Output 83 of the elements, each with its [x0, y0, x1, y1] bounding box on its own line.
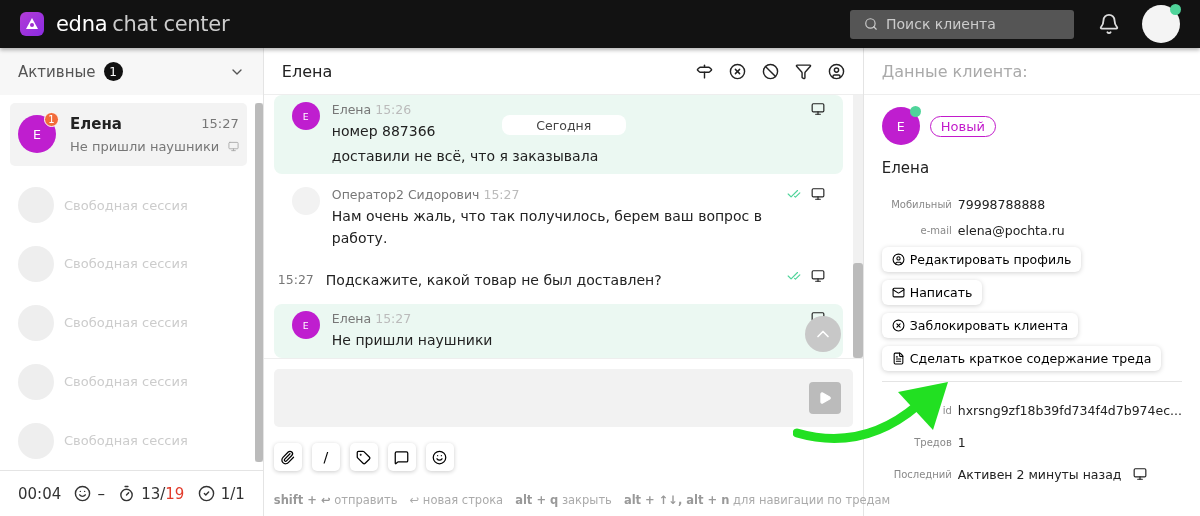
template-button[interactable]: [387, 443, 416, 471]
tag-icon: [356, 449, 372, 465]
message-text: номер 887366: [331, 122, 436, 141]
chat-preview: Не пришли наушники: [70, 138, 220, 154]
tag-button[interactable]: [349, 443, 378, 471]
action-button[interactable]: Редактировать профиль: [881, 247, 1082, 272]
field-value: hxrsng9zf18b39fd734f4d7b974ec...: [957, 402, 1182, 418]
logo-icon: [20, 12, 44, 36]
rating-text: –: [97, 484, 105, 503]
shortcut-hint: shift + ↩ отправить: [273, 493, 398, 507]
chat-item[interactable]: E 1 Елена 15:27 Не пришли наушники: [10, 103, 247, 166]
chat-time: 15:27: [201, 116, 239, 132]
message-time: 15:27: [277, 271, 314, 289]
user-icon[interactable]: [827, 62, 845, 80]
client-avatar: E: [291, 102, 320, 130]
field-value: elena@pochta.ru: [957, 222, 1065, 238]
client-name: Елена: [881, 159, 931, 177]
date-divider: Сегодня: [501, 115, 626, 135]
closed-text: 1/1: [220, 484, 245, 503]
action-button[interactable]: Написать: [881, 280, 983, 305]
search-field[interactable]: Поиск клиента: [850, 9, 1074, 39]
paperclip-icon: [280, 449, 296, 465]
message-text: Подскажите, какой товар не был доставлен?: [325, 271, 662, 290]
field-value: 1: [957, 434, 966, 450]
chat-name: Елена: [70, 114, 122, 133]
chat-title: Елена: [281, 61, 334, 81]
monitor-icon: [227, 140, 239, 152]
close-icon[interactable]: [728, 62, 746, 80]
action-button[interactable]: Сделать краткое содержание треда: [881, 346, 1162, 371]
client-avatar: E: [291, 311, 320, 339]
search-icon: [864, 17, 878, 31]
signpost-icon[interactable]: [695, 62, 713, 80]
monitor-icon: [810, 269, 825, 283]
count-badge: 1: [103, 62, 123, 81]
send-icon: [817, 391, 832, 405]
field-label: Мобильный: [890, 198, 952, 210]
shortcut-hint: alt + ↑↓, alt + n для навигации по тредам: [623, 493, 891, 507]
smiley-icon: [74, 485, 92, 502]
field-label: Последний: [892, 468, 952, 480]
message-author: Елена 15:27: [331, 311, 413, 326]
document-icon: [891, 352, 905, 365]
message-text: Нам очень жаль, что так получилось, берем ваш вопрос в работу.: [331, 207, 763, 248]
duration-text: 00:04: [18, 484, 62, 503]
shortcut-hint: alt + q закрыть: [515, 493, 612, 507]
timer-icon: [118, 485, 136, 502]
notification-button[interactable]: [1098, 13, 1120, 35]
message-author: Оператор2 Сидорович 15:27: [331, 187, 521, 202]
client-avatar: E 1: [18, 115, 56, 154]
field-value: 79998788888: [957, 196, 1046, 212]
panel-title: Данные клиента:: [863, 48, 1200, 95]
speech-bubble-icon: [394, 449, 410, 465]
logo-brand: edna: [56, 12, 108, 36]
filter-icon[interactable]: [794, 62, 812, 80]
user-icon: [891, 253, 905, 266]
scrollbar[interactable]: [852, 95, 863, 358]
attach-button[interactable]: [273, 443, 302, 471]
scrollbar[interactable]: [254, 103, 263, 462]
monitor-icon: [1133, 467, 1148, 481]
message-author: Елена 15:26: [331, 102, 413, 117]
monitor-icon: [810, 187, 825, 201]
check-circle-icon: [197, 485, 215, 502]
sla-text: 13/19: [141, 484, 185, 503]
block-icon[interactable]: [761, 62, 779, 80]
action-button[interactable]: Заблокировать клиента: [881, 313, 1079, 338]
field-value: Активен 2 минуты назад: [957, 466, 1148, 482]
monitor-icon: [810, 102, 825, 116]
envelope-icon: [891, 286, 905, 299]
field-label: e-mail: [919, 224, 952, 236]
filter-label: Активные: [18, 62, 96, 81]
field-label: id: [941, 404, 952, 416]
message-text: Не пришли наушники: [331, 331, 493, 350]
command-button[interactable]: /: [311, 443, 340, 471]
message-input[interactable]: [273, 369, 853, 427]
logo-product: chat center: [112, 12, 230, 36]
user-avatar[interactable]: [1142, 5, 1180, 43]
cross-circle-icon: [891, 319, 905, 332]
message-text: доставили не всё, что я заказывала: [331, 147, 599, 166]
client-avatar: E: [881, 107, 920, 145]
field-label: Тредов: [913, 436, 952, 448]
unread-badge: 1: [44, 112, 59, 128]
emoji-button[interactable]: [425, 443, 454, 471]
shortcut-hint: ↩ новая строка: [409, 493, 504, 507]
smiley-icon: [432, 449, 448, 465]
